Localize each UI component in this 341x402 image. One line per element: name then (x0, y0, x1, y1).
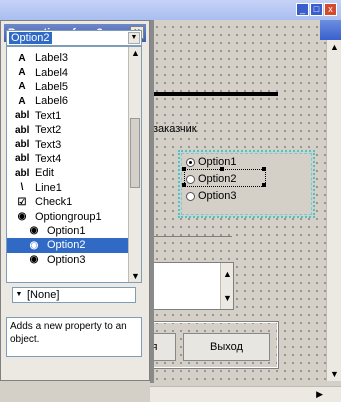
object-list-item-label: Check1 (35, 196, 73, 209)
close-window-button[interactable]: x (324, 3, 337, 16)
selection-outline (184, 169, 266, 187)
chevron-down-icon[interactable]: ▼ (14, 289, 24, 301)
horizontal-scrollbar[interactable]: ▶ (150, 386, 341, 402)
object-list-item-label: Optiongroup1 (35, 210, 102, 223)
object-dropdown[interactable]: Option2 ▼ (6, 30, 142, 46)
textbox-icon: abl (15, 124, 30, 136)
object-list-item-label: Label4 (35, 66, 69, 79)
object-list-item[interactable]: ◉ Option2 (7, 238, 139, 253)
option1-label: Option1 (198, 156, 237, 168)
object-list-item[interactable]: abl Edit (7, 166, 127, 180)
textbox-icon: abl (15, 167, 30, 179)
exit-button[interactable]: Выход (183, 333, 270, 361)
object-list-item[interactable]: abl Text2 (7, 123, 127, 137)
object-list-item[interactable]: \ Line1 (7, 181, 127, 195)
resize-handle[interactable] (182, 167, 186, 171)
object-list-item[interactable]: A Label3 (7, 51, 127, 65)
object-list-item[interactable]: ◉ Option3 (7, 253, 139, 267)
scroll-down-arrow-icon[interactable]: ▼ (223, 293, 232, 303)
object-list-item[interactable]: abl Text3 (7, 137, 127, 151)
object-list-item-label: Edit (35, 167, 54, 180)
textbox-icon: abl (15, 139, 30, 151)
label-icon: A (18, 52, 26, 64)
option1-radio[interactable]: Option1 (186, 156, 237, 168)
object-list-item-label: Line1 (35, 181, 62, 194)
customer-label[interactable]: заказчик (153, 123, 197, 135)
object-list-item-label: Label5 (35, 80, 69, 93)
edit-box-scrollbar[interactable]: ▲ ▼ (220, 263, 233, 309)
option-icon: ◉ (29, 254, 39, 266)
scroll-up-arrow-icon[interactable]: ▲ (223, 269, 232, 279)
option-group[interactable]: Option1 Option2 Option3 (178, 150, 315, 218)
scroll-up-arrow-icon[interactable]: ▲ (330, 42, 339, 52)
radio-icon (186, 191, 195, 201)
scroll-thumb[interactable] (130, 117, 140, 188)
maximize-button[interactable]: □ (310, 3, 323, 16)
object-list-item[interactable]: A Label4 (7, 65, 127, 79)
resize-handle[interactable] (182, 183, 186, 187)
object-list-item[interactable]: ◉ Optiongroup1 (7, 209, 127, 223)
chevron-down-icon[interactable]: ▼ (128, 32, 140, 44)
option3-label: Option3 (198, 190, 237, 202)
label-icon: A (18, 95, 26, 107)
option-icon: ◉ (29, 239, 39, 251)
resize-handle[interactable] (220, 167, 224, 171)
scroll-up-arrow-icon[interactable]: ▲ (131, 48, 140, 58)
window-title-bar: _ □ x (0, 0, 341, 20)
separator-line (150, 236, 232, 237)
textbox-icon: abl (15, 110, 30, 122)
scroll-right-arrow-icon[interactable]: ▶ (316, 389, 323, 400)
form-title-strip (320, 20, 341, 40)
vertical-scrollbar[interactable]: ▲ ▼ (326, 40, 341, 381)
edit-box-control[interactable]: ▲ ▼ (150, 262, 234, 310)
scroll-down-arrow-icon[interactable]: ▼ (131, 271, 140, 281)
line-control[interactable] (150, 92, 278, 96)
option-icon: ◉ (17, 211, 27, 223)
object-list-item[interactable]: ☑ Check1 (7, 195, 127, 209)
object-list-item-label: Text1 (35, 109, 62, 122)
object-list-item[interactable]: abl Text1 (7, 109, 127, 123)
object-list[interactable]: A Label3 A Label4 A Label5 A Label6 abl Text1 abl T… (6, 46, 142, 283)
object-list-item[interactable]: A Label5 (7, 80, 127, 94)
object-list-item[interactable]: A Label6 (7, 94, 127, 108)
option3-radio[interactable]: Option3 (186, 190, 237, 202)
textbox-icon: abl (15, 153, 30, 165)
object-list-item-label: Label3 (35, 52, 69, 65)
option-icon: ◉ (29, 225, 39, 237)
radio-selected-icon (186, 157, 195, 167)
value-dropdown[interactable]: ▼ [None] (12, 287, 136, 303)
object-list-item-label: Text4 (35, 152, 62, 165)
label-icon: A (18, 67, 26, 79)
object-list-item-label: Option1 (47, 224, 86, 237)
scroll-down-arrow-icon[interactable]: ▼ (330, 369, 339, 379)
resize-handle[interactable] (262, 167, 266, 171)
object-list-item-label: Option3 (47, 253, 86, 266)
object-list-item-label: Option2 (47, 239, 86, 252)
object-list-item-label: Text2 (35, 124, 62, 137)
object-list-item-label: Text3 (35, 138, 62, 151)
property-description: Adds a new property to an object. (6, 317, 142, 357)
checkbox-icon: ☑ (17, 196, 27, 208)
object-list-scrollbar[interactable]: ▲ ▼ (128, 47, 141, 282)
object-dropdown-value: Option2 (9, 32, 52, 44)
object-list-item[interactable]: abl Text4 (7, 152, 127, 166)
minimize-button[interactable]: _ (296, 3, 309, 16)
panel-shadow (150, 20, 154, 383)
object-list-item[interactable]: ◉ Option1 (7, 224, 139, 238)
line-icon: \ (20, 182, 24, 194)
label-icon: A (18, 81, 26, 93)
object-list-item-label: Label6 (35, 95, 69, 108)
resize-handle[interactable] (262, 183, 266, 187)
value-dropdown-text: [None] (27, 289, 60, 301)
